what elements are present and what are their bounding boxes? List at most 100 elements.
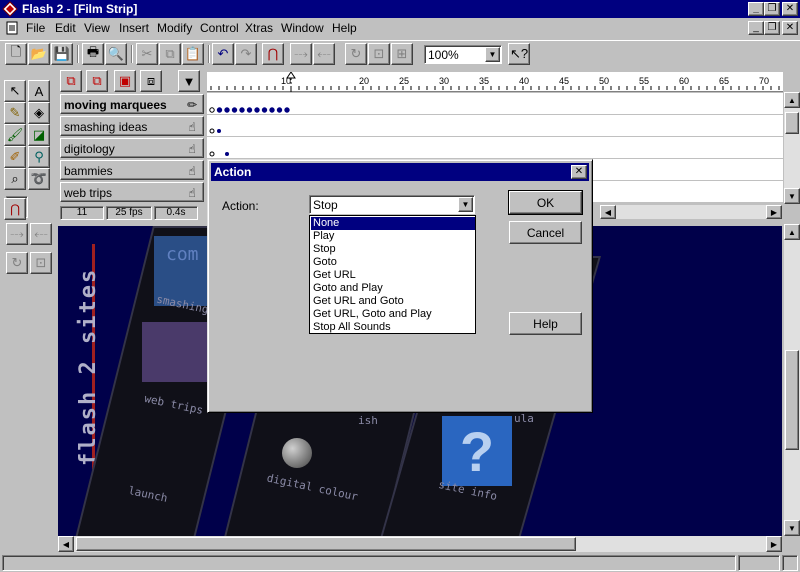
ok-button[interactable]: OK [508,190,583,215]
action-dropdown-list[interactable]: None Play Stop Goto Get URL Goto and Pla… [309,215,476,334]
save-icon[interactable]: 💾 [51,43,73,65]
straighten-modifier-icon[interactable]: ⤎ [30,223,52,245]
open-folder-icon[interactable]: 📂 [28,43,50,65]
straighten-icon[interactable]: ⤎ [313,43,335,65]
option-goto-and-play[interactable]: Goto and Play [311,282,475,295]
layer-row[interactable]: digitology ☝ [60,138,204,158]
doc-close-icon[interactable]: ✕ [782,21,798,35]
new-file-icon[interactable]: 🗋 [5,43,27,65]
minimize-icon[interactable]: _ [748,2,764,16]
dialog-titlebar[interactable]: Action ✕ [211,163,589,181]
menu-xtras[interactable]: Xtras [245,21,273,35]
stage-hscroll-thumb[interactable] [76,537,576,551]
cancel-button[interactable]: Cancel [509,221,582,244]
timeline-ruler[interactable]: 10 20 25 30 35 40 45 50 55 60 65 70 [207,71,783,92]
layer-frames[interactable] [207,93,783,115]
smooth-icon[interactable]: ⤏ [290,43,312,65]
magnet-icon[interactable]: ⋂ [4,198,26,220]
cut-icon[interactable]: ✂ [136,43,158,65]
timeline-scroll-up-icon[interactable]: ▲ [784,92,800,108]
copy-icon[interactable]: ⧉ [159,43,181,65]
ink-bottle-icon[interactable]: ✐ [4,146,26,168]
layer-row[interactable]: smashing ideas ☝ [60,116,204,136]
menu-insert[interactable]: Insert [119,21,149,35]
paint-bucket-icon[interactable]: ◪ [28,124,50,146]
chevron-down-icon[interactable]: ▼ [485,47,500,62]
option-play[interactable]: Play [311,230,475,243]
flash-app-icon[interactable] [2,1,18,17]
pencil-tool-icon[interactable]: ✎ [4,102,26,124]
chevron-down-icon[interactable]: ▼ [458,197,473,212]
option-stop-all-sounds[interactable]: Stop All Sounds [311,321,475,334]
duplicate-layer-icon[interactable]: ⧉ [86,70,108,92]
option-get-url-goto-and-play[interactable]: Get URL, Goto and Play [311,308,475,321]
lasso-fill-icon[interactable]: ◈ [28,102,50,124]
doc-restore-icon[interactable]: ❐ [764,21,780,35]
option-stop[interactable]: Stop [311,243,475,256]
option-goto[interactable]: Goto [311,256,475,269]
close-icon[interactable]: ✕ [571,165,587,179]
layer-row[interactable]: bammies ☝ [60,160,204,180]
action-select[interactable]: Stop ▼ [309,195,475,214]
hand-icon[interactable]: ☝ [183,184,201,202]
scale-icon[interactable]: ⊡ [368,43,390,65]
context-help-icon[interactable]: ↖? [508,43,530,65]
layer-row[interactable]: web trips ☝ [60,182,204,202]
stage-vscroll-thumb[interactable] [785,350,799,450]
stage-scroll-down-icon[interactable]: ▼ [784,520,800,536]
delete-layer-icon[interactable]: ▣ [114,70,136,92]
onion-skin-icon[interactable]: ⧈ [140,70,162,92]
text-tool-icon[interactable]: A [28,80,50,102]
scale-modifier-icon[interactable]: ⊡ [30,252,52,274]
layer-frames[interactable] [207,115,783,137]
smooth-modifier-icon[interactable]: ⤏ [6,223,28,245]
timeline-menu-icon[interactable]: ▼ [178,70,200,92]
align-icon[interactable]: ⊞ [391,43,413,65]
app-titlebar[interactable]: Flash 2 - [Film Strip] _ ❐ ✕ [0,0,800,18]
menu-window[interactable]: Window [281,21,324,35]
rotate-modifier-icon[interactable]: ↻ [6,252,28,274]
arrow-tool-icon[interactable]: ↖ [4,80,26,102]
menu-modify[interactable]: Modify [157,21,192,35]
print-preview-icon[interactable]: 🔍 [105,43,127,65]
paste-icon[interactable]: 📋 [182,43,204,65]
snap-magnet-icon[interactable]: ⋂ [262,43,284,65]
hand-icon[interactable]: ☝ [183,118,201,136]
brush-tool-icon[interactable]: 🖌 [4,124,26,146]
menu-control[interactable]: Control [200,21,239,35]
timeline-scroll-left-icon[interactable]: ◀ [600,205,616,219]
document-icon[interactable] [4,20,20,36]
option-none[interactable]: None [311,217,475,230]
redo-icon[interactable]: ↷ [235,43,257,65]
timeline-hscroll[interactable] [616,205,766,219]
help-button[interactable]: Help [509,312,582,335]
zoom-select[interactable]: 100% ▼ [424,45,502,64]
menu-view[interactable]: View [84,21,110,35]
lasso-tool-icon[interactable]: ➰ [28,168,50,190]
hand-icon[interactable]: ☝ [183,140,201,158]
timeline-vscroll-thumb[interactable] [785,112,799,134]
timeline-scroll-down-icon[interactable]: ▼ [784,188,800,204]
option-get-url-and-goto[interactable]: Get URL and Goto [311,295,475,308]
print-icon[interactable]: 🖶 [82,43,104,65]
rotate-icon[interactable]: ↻ [345,43,367,65]
close-icon[interactable]: ✕ [782,2,798,16]
menu-file[interactable]: File [26,21,45,35]
stage-scroll-up-icon[interactable]: ▲ [784,224,800,240]
undo-icon[interactable]: ↶ [212,43,234,65]
layer-row[interactable]: moving marquees ✏ [60,94,204,114]
restore-icon[interactable]: ❐ [764,2,780,16]
pencil-icon[interactable]: ✏ [183,96,201,114]
doc-minimize-icon[interactable]: _ [748,21,764,35]
hand-icon[interactable]: ☝ [183,162,201,180]
stage-scroll-left-icon[interactable]: ◀ [58,536,74,552]
timeline-scroll-right-icon[interactable]: ▶ [766,205,782,219]
add-layer-icon[interactable]: ⧉ [60,70,82,92]
stage-scroll-right-icon[interactable]: ▶ [766,536,782,552]
dropper-tool-icon[interactable]: ⚲ [28,146,50,168]
menu-help[interactable]: Help [332,21,357,35]
option-get-url[interactable]: Get URL [311,269,475,282]
layer-frames[interactable] [207,137,783,159]
magnifier-tool-icon[interactable]: ⌕ [4,168,26,190]
menu-edit[interactable]: Edit [55,21,76,35]
